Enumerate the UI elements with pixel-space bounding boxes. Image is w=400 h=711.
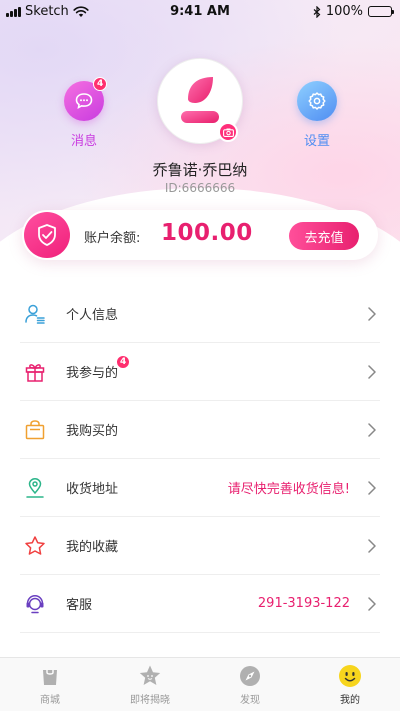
- settings-button[interactable]: [297, 81, 337, 121]
- menu-list: 个人信息 我参与的 4 我购买的 收货地址 请尽快完善收货信息! 我的收藏 客服…: [20, 285, 380, 633]
- balance-label: 账户余额:: [84, 231, 141, 246]
- settings-label[interactable]: 设置: [287, 130, 347, 149]
- chevron-right-icon: [368, 539, 376, 553]
- shield-check-icon: [24, 212, 70, 258]
- menu-item-label: 个人信息: [66, 308, 119, 323]
- chat-bubble-icon: [75, 93, 93, 109]
- tab-label: 发现: [240, 695, 260, 706]
- camera-icon: [222, 128, 234, 137]
- location-pin-icon: [24, 477, 46, 499]
- chevron-right-icon: [368, 307, 376, 321]
- address-hint: 请尽快完善收货信息!: [227, 482, 350, 497]
- gift-icon: [24, 361, 46, 383]
- menu-item-label: 客服: [66, 598, 93, 613]
- menu-item-label: 收货地址: [66, 482, 119, 497]
- menu-item-label: 我购买的: [66, 424, 119, 439]
- tab-label: 我的: [340, 695, 360, 706]
- change-avatar-button[interactable]: [218, 122, 238, 142]
- star-face-icon: [138, 664, 162, 688]
- tab-discover[interactable]: 发现: [200, 658, 300, 711]
- chevron-right-icon: [368, 423, 376, 437]
- customer-service-icon: [24, 593, 46, 615]
- smiley-icon: [338, 664, 362, 688]
- chevron-right-icon: [368, 365, 376, 379]
- messages-label[interactable]: 消息: [54, 130, 114, 149]
- menu-item-label: 我参与的: [66, 366, 119, 381]
- menu-item-favorites[interactable]: 我的收藏: [20, 517, 380, 575]
- bluetooth-icon: [313, 5, 321, 18]
- status-right: 100%: [313, 4, 394, 19]
- tab-label: 即将揭晓: [130, 695, 170, 706]
- user-list-icon: [24, 303, 46, 325]
- gear-icon: [308, 92, 326, 110]
- recharge-button[interactable]: 去充值: [289, 222, 359, 250]
- user-avatar-icon: [181, 77, 219, 123]
- menu-item-label: 我的收藏: [66, 540, 119, 555]
- chevron-right-icon: [368, 481, 376, 495]
- battery-icon: [368, 6, 394, 17]
- tab-upcoming[interactable]: 即将揭晓: [100, 658, 200, 711]
- balance-value: 100.00: [161, 220, 253, 246]
- menu-item-purchased[interactable]: 我购买的: [20, 401, 380, 459]
- user-name: 乔鲁诺·乔巴纳: [152, 161, 248, 179]
- tab-mine[interactable]: 我的: [300, 658, 400, 711]
- service-phone[interactable]: 291-3193-122: [258, 596, 350, 611]
- shopping-bag-icon: [24, 419, 46, 441]
- menu-item-participated[interactable]: 我参与的 4: [20, 343, 380, 401]
- tab-label: 商城: [40, 695, 60, 706]
- menu-item-personal-info[interactable]: 个人信息: [20, 285, 380, 343]
- tab-shop[interactable]: 商城: [0, 658, 100, 711]
- menu-item-address[interactable]: 收货地址 请尽快完善收货信息!: [20, 459, 380, 517]
- tab-bar: 商城 即将揭晓 发现 我的: [0, 657, 400, 711]
- menu-item-customer-service[interactable]: 客服 291-3193-122: [20, 575, 380, 633]
- participated-badge: 4: [116, 355, 131, 369]
- user-id: ID:6666666: [164, 181, 236, 195]
- chevron-right-icon: [368, 597, 376, 611]
- battery-percent: 100%: [325, 4, 363, 19]
- status-bar: Sketch 9:41 AM 100%: [0, 0, 400, 22]
- compass-icon: [238, 664, 262, 688]
- star-outline-icon: [24, 535, 46, 557]
- shop-bag-icon: [38, 664, 62, 688]
